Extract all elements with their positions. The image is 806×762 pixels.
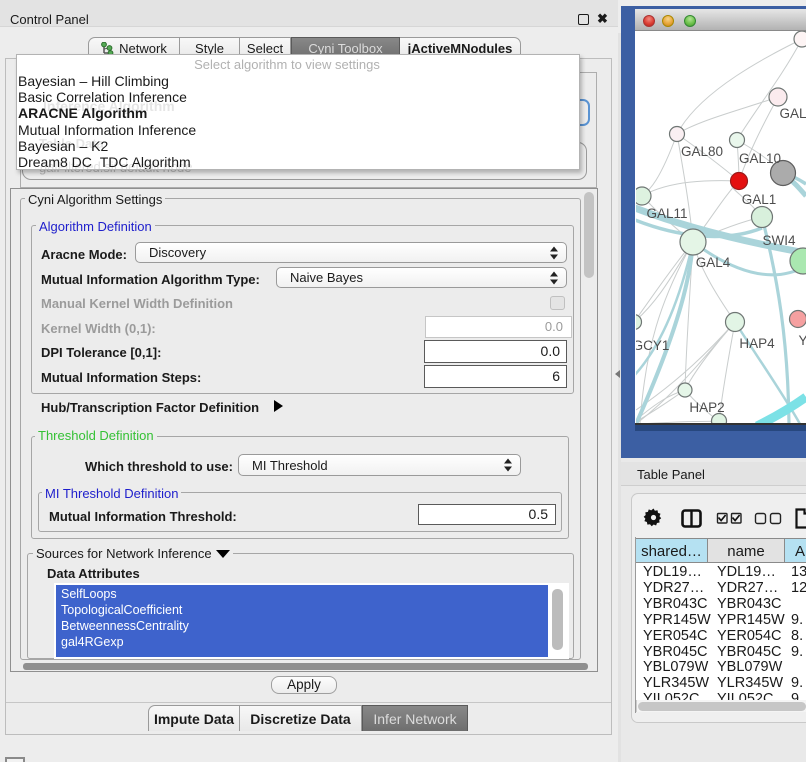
svg-text:GAL10: GAL10 [739,151,781,166]
svg-text:Y: Y [798,333,806,348]
svg-text:GCY1: GCY1 [636,338,669,353]
svg-text:HAP4: HAP4 [739,336,775,351]
svg-text:GAL11: GAL11 [646,206,687,221]
svg-text:GAL80: GAL80 [681,144,723,159]
svg-text:HAP2: HAP2 [689,400,724,415]
svg-text:GAL4: GAL4 [696,255,731,270]
svg-text:GAL: GAL [779,106,806,121]
svg-text:GAL1: GAL1 [742,192,777,207]
svg-text:SWI4: SWI4 [762,233,795,248]
